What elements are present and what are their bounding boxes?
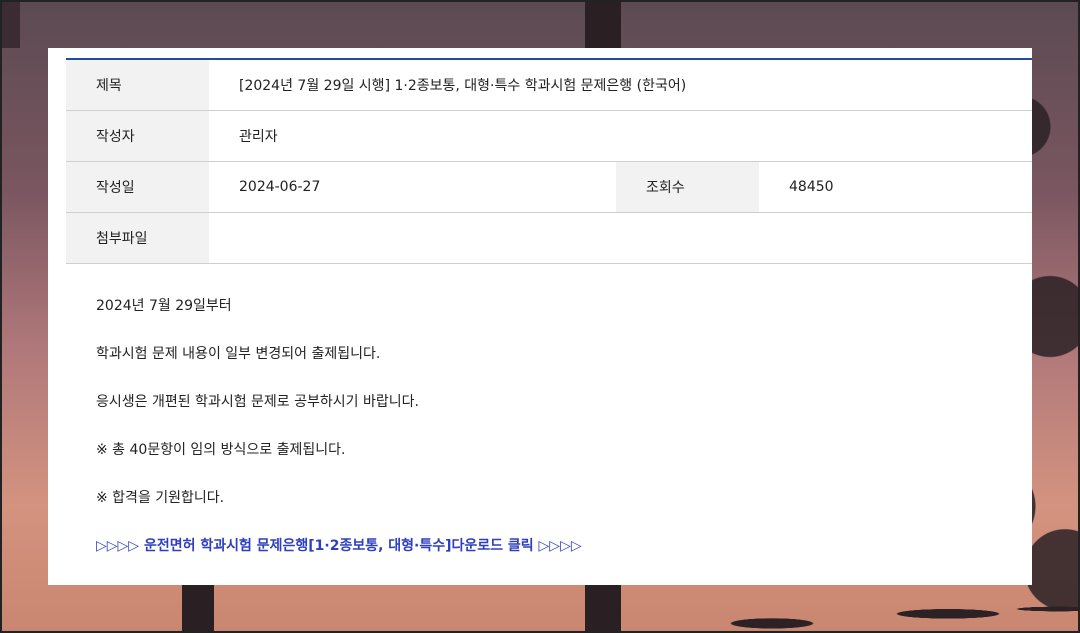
download-link[interactable]: ▷▷▷▷ 운전면허 학과시험 문제은행[1·2종보통, 대형·특수]다운로드 클… [96,538,582,554]
author-label: 작성자 [66,111,209,161]
post-views: 48450 [789,179,834,195]
post-author: 관리자 [239,129,278,145]
content-line: ※ 총 40문항이 임의 방식으로 출제됩니다. [96,442,346,458]
post-date: 2024-06-27 [239,179,321,195]
attachment-row: 첨부파일 [66,213,1032,264]
content-line: 응시생은 개편된 학과시험 문제로 공부하시기 바랍니다. [96,394,419,410]
views-label: 조회수 [616,162,759,212]
post-panel: 제목 [2024년 7월 29일 시행] 1·2종보통, 대형·특수 학과시험 … [48,48,1032,585]
background-pole [585,585,621,633]
attachment-label: 첨부파일 [66,213,209,263]
background-pole [585,0,621,48]
title-label: 제목 [66,60,209,110]
date-row: 작성일 2024-06-27 조회수 48450 [66,162,1032,213]
content-line: ※ 합격을 기원합니다. [96,490,225,506]
post-content: 2024년 7월 29일부터 학과시험 문제 내용이 일부 변경되어 출제됩니다… [96,296,582,584]
date-label: 작성일 [66,162,209,212]
background-foliage [640,585,1080,633]
content-line: 2024년 7월 29일부터 [96,298,232,314]
background-pole [0,0,20,48]
post-title: [2024년 7월 29일 시행] 1·2종보통, 대형·특수 학과시험 문제은… [239,78,687,94]
author-row: 작성자 관리자 [66,111,1032,162]
title-row: 제목 [2024년 7월 29일 시행] 1·2종보통, 대형·특수 학과시험 … [66,60,1032,111]
background-pole [182,585,214,633]
post-info-table: 제목 [2024년 7월 29일 시행] 1·2종보통, 대형·특수 학과시험 … [66,58,1032,264]
post-attachment [209,213,1032,263]
content-line: 학과시험 문제 내용이 일부 변경되어 출제됩니다. [96,346,381,362]
